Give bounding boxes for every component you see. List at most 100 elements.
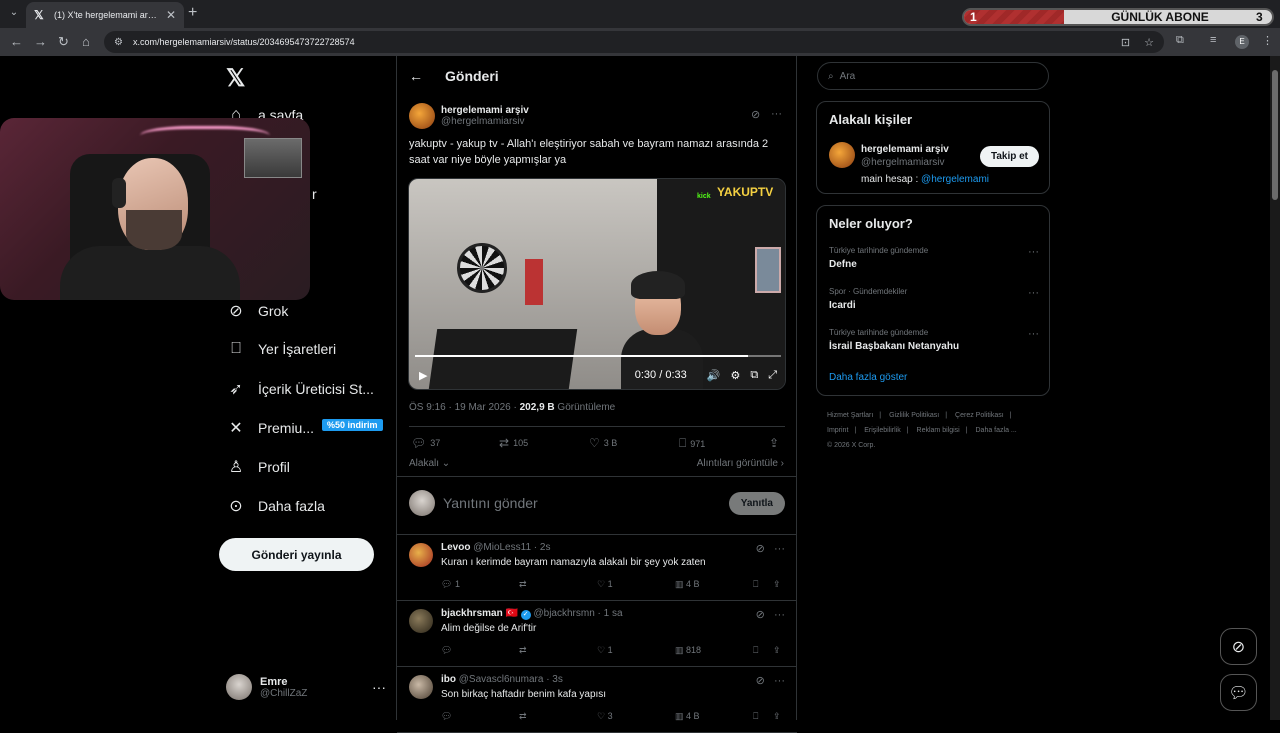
extensions-icon[interactable]: ⧉	[1176, 34, 1184, 47]
profile-avatar[interactable]: E	[1235, 35, 1249, 49]
play-icon[interactable]: ▶	[419, 369, 427, 382]
reply-share-icon[interactable]: ⇪	[773, 711, 781, 722]
reload-icon[interactable]: ↻	[58, 34, 69, 50]
home-icon[interactable]: ⌂	[82, 34, 90, 49]
repost-action[interactable]: ⇄ 105	[499, 436, 528, 450]
view-quotes-link[interactable]: Alıntıları görüntüle ›	[697, 458, 784, 469]
reply-item[interactable]: Levoo @MioLess11 · 2s ⊘ ··· Kuran ı keri…	[397, 535, 797, 601]
grok-float-icon[interactable]: ⊘	[1220, 628, 1257, 665]
reply-item[interactable]: bjackhrsman 🇹🇷 ✓ @bjackhrsmn · 1 sa ⊘ ··…	[397, 601, 797, 667]
follow-button[interactable]: Takip et	[979, 146, 1039, 167]
tab-search-chevron-icon[interactable]: ⌄	[6, 7, 22, 21]
footer-link[interactable]: Imprint	[827, 427, 848, 434]
reply-share-icon[interactable]: ⇪	[773, 645, 781, 656]
show-more-link[interactable]: Daha fazla göster	[829, 372, 907, 383]
footer-link[interactable]: Hizmet Şartları	[827, 412, 873, 419]
volume-icon[interactable]: 🔊	[707, 369, 721, 382]
account-more-icon[interactable]: ···	[372, 679, 386, 695]
related-person[interactable]: hergelemami arşiv @hergelmamiarsiv main …	[829, 142, 1039, 190]
reply-like-action[interactable]: ♡ 1	[597, 579, 613, 590]
reply-name[interactable]: bjackhrsman 🇹🇷	[441, 608, 518, 619]
messages-float-icon[interactable]: 💬︎	[1220, 674, 1257, 711]
new-tab-plus-icon[interactable]: +	[188, 4, 197, 22]
bookmark-action[interactable]: ⎕ 971	[679, 436, 705, 451]
trend-item[interactable]: Spor · Gündemdekiler Icardi ···	[829, 287, 1039, 311]
related-avatar[interactable]	[829, 142, 855, 168]
reply-views-action[interactable]: ▥ 4 B	[675, 579, 700, 590]
reply-reply-icon[interactable]: 💬︎	[441, 711, 452, 722]
reply-like-action[interactable]: ♡ 3	[597, 711, 613, 722]
x-logo-icon[interactable]: 𝕏	[226, 64, 245, 93]
reply-bookmark-icon[interactable]: ⎕	[753, 579, 758, 590]
nav-partial-item[interactable]: r	[312, 186, 317, 202]
nav-creator-studio[interactable]: ➶ İçerik Üreticisi St...	[226, 379, 374, 399]
address-bar[interactable]: ⚙ x.com/hergelemamiarsiv/status/20346954…	[104, 31, 1164, 53]
footer-link[interactable]: Gizlilik Politikası	[889, 412, 939, 419]
close-tab-icon[interactable]: ✕	[166, 8, 176, 22]
reply-like-action[interactable]: ♡ 1	[597, 645, 613, 656]
footer-link[interactable]: Çerez Politikası	[955, 412, 1004, 419]
reply-repost-icon[interactable]: ⇄	[519, 711, 527, 722]
author-handle[interactable]: @hergelmamiarsiv	[441, 116, 529, 127]
reply-reply-action[interactable]: 💬︎ 1	[441, 579, 460, 590]
reply-bookmark-icon[interactable]: ⎕	[753, 711, 758, 722]
browser-menu-icon[interactable]: ⋮	[1262, 34, 1273, 47]
media-controls-icon[interactable]: ≡	[1210, 34, 1216, 46]
reply-name[interactable]: ibo	[441, 674, 456, 685]
reply-repost-icon[interactable]: ⇄	[519, 579, 527, 590]
reply-reply-icon[interactable]: 💬︎	[441, 645, 452, 656]
footer-link[interactable]: Daha fazla ...	[976, 427, 1017, 434]
reply-action[interactable]: 💬︎ 37	[411, 436, 440, 450]
nav-profile[interactable]: ♙ Profil	[226, 457, 290, 477]
trend-item[interactable]: Türkiye tarihinde gündemde Defne ···	[829, 246, 1039, 270]
reply-more-icons[interactable]: ⊘ ···	[756, 608, 785, 621]
nav-grok[interactable]: ⊘ Grok	[226, 301, 288, 321]
reply-repost-icon[interactable]: ⇄	[519, 645, 527, 656]
reply-bookmark-icon[interactable]: ⎕	[753, 645, 758, 656]
install-app-icon[interactable]: ⊡	[1121, 36, 1130, 49]
share-action[interactable]: ⇪	[769, 436, 783, 450]
post-button[interactable]: Gönderi yayınla	[219, 538, 374, 571]
related-name[interactable]: hergelemami arşiv	[861, 144, 949, 155]
settings-gear-icon[interactable]: ⚙	[730, 369, 740, 382]
back-arrow-icon[interactable]: ←	[409, 68, 429, 84]
reply-avatar[interactable]	[409, 543, 433, 567]
page-scrollbar[interactable]	[1270, 56, 1280, 720]
account-switcher[interactable]: Emre @ChillZaZ ···	[226, 674, 386, 700]
bookmark-star-icon[interactable]: ☆	[1144, 36, 1154, 49]
site-settings-icon[interactable]: ⚙	[114, 37, 123, 48]
reply-input[interactable]: Yanıtını gönder	[443, 495, 538, 511]
nav-bookmarks[interactable]: ⎕ Yer İşaretleri	[226, 340, 336, 358]
author-avatar[interactable]	[409, 103, 435, 129]
nav-more[interactable]: ⊙ Daha fazla	[226, 496, 325, 516]
relevance-filter[interactable]: Alakalı ⌄	[409, 458, 450, 469]
browser-tab[interactable]: 𝕏 (1) X'te hergelemami arşiv: "yak ✕	[26, 2, 184, 28]
footer-link[interactable]: Reklam bilgisi	[917, 427, 960, 434]
grok-icon[interactable]: ⊘	[751, 108, 760, 121]
trend-more-icon[interactable]: ···	[1028, 328, 1039, 340]
video-player[interactable]: kick YAKUPTV ▶ 0:30 / 0:33 🔊 ⚙ ⧉ ⤢	[408, 178, 786, 390]
reply-share-icon[interactable]: ⇪	[773, 579, 781, 590]
fullscreen-icon[interactable]: ⤢	[768, 369, 777, 382]
back-arrow-icon[interactable]: ←	[10, 34, 23, 49]
reply-name[interactable]: Levoo	[441, 542, 470, 553]
search-input[interactable]: ⌕ Ara	[817, 62, 1049, 90]
reply-button[interactable]: Yanıtla	[728, 491, 785, 515]
reply-views-action[interactable]: ▥ 4 B	[675, 711, 700, 722]
reply-avatar[interactable]	[409, 675, 433, 699]
like-action[interactable]: ♡ 3 B	[589, 436, 617, 450]
picture-in-picture-icon[interactable]: ⧉	[750, 369, 758, 382]
reply-more-icons[interactable]: ⊘ ···	[756, 542, 785, 555]
related-bio-link[interactable]: @hergelemami	[921, 174, 989, 185]
video-progress-bar[interactable]	[415, 355, 781, 357]
reply-views-action[interactable]: ▥ 818	[675, 645, 701, 656]
trend-more-icon[interactable]: ···	[1028, 246, 1039, 258]
author-name[interactable]: hergelemami arşiv	[441, 105, 529, 116]
reply-more-icons[interactable]: ⊘ ···	[756, 674, 785, 687]
trend-item[interactable]: Türkiye tarihinde gündemde İsrail Başbak…	[829, 328, 1039, 352]
nav-premium[interactable]: ✕ Premiu...	[226, 418, 314, 438]
trend-more-icon[interactable]: ···	[1028, 287, 1039, 299]
footer-link[interactable]: Erişilebilirlik	[864, 427, 901, 434]
scrollbar-thumb[interactable]	[1272, 70, 1278, 200]
reply-item[interactable]: ibo @Savascl6numara · 3s ⊘ ··· Son birka…	[397, 667, 797, 733]
